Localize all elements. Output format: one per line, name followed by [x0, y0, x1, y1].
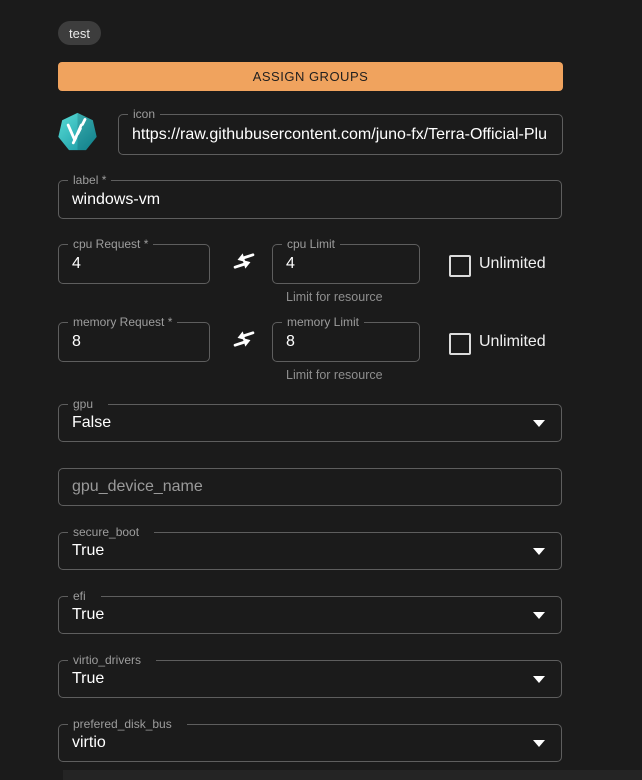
memory-unlimited-checkbox[interactable]	[449, 333, 471, 355]
memory-limit-input[interactable]	[273, 323, 419, 361]
secure-boot-select-value: True	[72, 542, 104, 560]
cpu-request-field[interactable]: cpu Request *	[58, 244, 210, 284]
caret-down-icon	[533, 420, 545, 427]
next-card-edge	[63, 770, 642, 780]
label-field[interactable]: label *	[58, 180, 562, 219]
label-input[interactable]	[59, 181, 561, 218]
converge-arrows-icon[interactable]	[229, 326, 259, 352]
virtio-drivers-select-label: virtio_drivers	[68, 653, 156, 668]
memory-unlimited-label: Unlimited	[479, 333, 546, 351]
efi-select[interactable]: efi True	[58, 596, 562, 634]
cpu-unlimited-checkbox[interactable]	[449, 255, 471, 277]
gpu-device-name-input[interactable]	[59, 469, 561, 505]
secure-boot-select-label: secure_boot	[68, 525, 154, 540]
memory-request-field[interactable]: memory Request *	[58, 322, 210, 362]
virtio-drivers-select-value: True	[72, 670, 104, 688]
terra-vm-logo-icon	[56, 111, 99, 154]
assign-groups-button[interactable]: ASSIGN GROUPS	[58, 62, 563, 91]
caret-down-icon	[533, 612, 545, 619]
efi-select-value: True	[72, 606, 104, 624]
virtio-drivers-select[interactable]: virtio_drivers True	[58, 660, 562, 698]
plugin-config-form: test ASSIGN GROUPS icon label * cpu Requ…	[0, 0, 642, 780]
gpu-select-label: gpu	[68, 397, 108, 412]
gpu-select[interactable]: gpu False	[58, 404, 562, 442]
caret-down-icon	[533, 676, 545, 683]
cpu-unlimited-label: Unlimited	[479, 255, 546, 273]
cpu-request-input[interactable]	[59, 245, 209, 283]
icon-url-input[interactable]	[119, 115, 562, 154]
cpu-limit-input[interactable]	[273, 245, 419, 283]
gpu-select-value: False	[72, 414, 111, 432]
memory-request-input[interactable]	[59, 323, 209, 361]
memory-limit-helper-text: Limit for resource	[286, 368, 383, 382]
prefered-disk-bus-select-value: virtio	[72, 734, 106, 752]
memory-limit-field[interactable]: memory Limit	[272, 322, 420, 362]
secure-boot-select[interactable]: secure_boot True	[58, 532, 562, 570]
efi-select-label: efi	[68, 589, 101, 604]
icon-url-field[interactable]: icon	[118, 114, 563, 155]
gpu-device-name-field[interactable]	[58, 468, 562, 506]
cpu-limit-field[interactable]: cpu Limit	[272, 244, 420, 284]
prefered-disk-bus-select[interactable]: prefered_disk_bus virtio	[58, 724, 562, 762]
test-chip[interactable]: test	[58, 21, 101, 45]
converge-arrows-icon[interactable]	[229, 248, 259, 274]
caret-down-icon	[533, 548, 545, 555]
caret-down-icon	[533, 740, 545, 747]
prefered-disk-bus-select-label: prefered_disk_bus	[68, 717, 187, 732]
cpu-limit-helper-text: Limit for resource	[286, 290, 383, 304]
test-chip-label: test	[69, 26, 90, 41]
